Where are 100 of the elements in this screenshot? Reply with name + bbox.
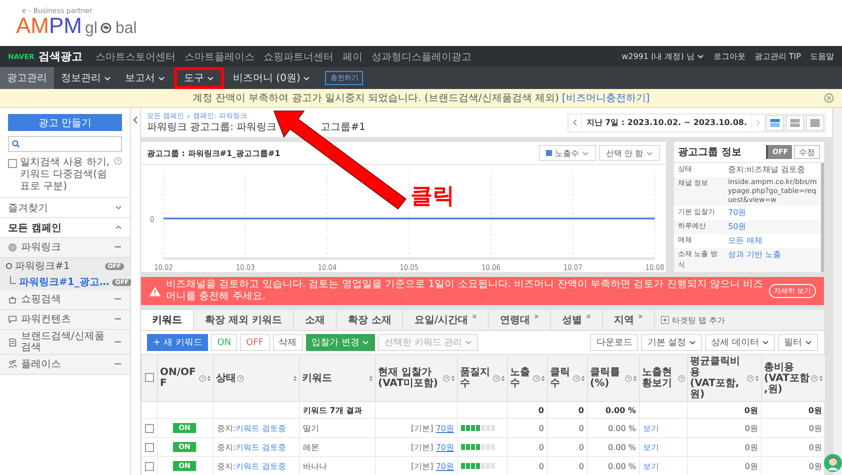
scrollbar[interactable]: [832, 108, 842, 475]
split-view-button[interactable]: [786, 114, 804, 130]
help-icon[interactable]: [573, 374, 580, 382]
view-link[interactable]: 보기: [643, 424, 659, 432]
bid-link[interactable]: 70원: [436, 442, 454, 452]
nav-tab[interactable]: 비즈머니 (0원): [226, 67, 318, 89]
top-link[interactable]: 성과형디스플레이광고: [371, 50, 472, 64]
collapse-toggle[interactable]: −: [114, 336, 122, 348]
field-link[interactable]: 성과 기반 노출: [728, 249, 817, 260]
top-link[interactable]: 쇼핑파트너센터: [263, 50, 334, 64]
account-menu[interactable]: w2991 (내 계정) 님: [622, 51, 694, 62]
help-icon[interactable]: [533, 374, 540, 382]
table-view-button[interactable]: [806, 114, 824, 130]
top-link[interactable]: 스마트스토어센터: [95, 50, 176, 64]
add-tab-button[interactable]: 타겟팅 탭 추가: [655, 310, 732, 330]
help-icon[interactable]: [493, 374, 500, 382]
sort-icon[interactable]: [581, 374, 585, 382]
search-field[interactable]: [8, 136, 122, 152]
toolbar-button[interactable]: OFF: [240, 334, 270, 351]
sidebar-section[interactable]: 즐겨찾기: [0, 198, 130, 218]
campaign-type-item[interactable]: 파워컨텐츠 −: [0, 310, 130, 330]
toolbar-button[interactable]: 기본 설정: [641, 334, 702, 351]
campaign-type-item[interactable]: 파워링크 −: [0, 238, 130, 258]
help-icon[interactable]: [443, 374, 450, 382]
help-icon[interactable]: [747, 374, 754, 382]
sort-icon[interactable]: [451, 374, 455, 382]
help-icon[interactable]: [199, 374, 206, 382]
tab[interactable]: 요일/시간대: [403, 310, 490, 330]
field-link[interactable]: 50원: [728, 221, 817, 232]
sort-icon[interactable]: [755, 374, 759, 382]
close-icon[interactable]: [534, 314, 540, 318]
campaign-type-item[interactable]: 쇼핑검색 −: [0, 290, 130, 310]
tab[interactable]: 소재: [294, 310, 337, 330]
brand-title[interactable]: 검색광고: [38, 49, 82, 64]
chevron-down-icon[interactable]: [697, 54, 704, 59]
campaign-item[interactable]: 파워링크#1: [15, 259, 102, 273]
status-link[interactable]: 키워드 검토중: [236, 424, 286, 432]
toolbar-button[interactable]: 필터: [778, 334, 818, 351]
help-icon[interactable]: [237, 374, 244, 382]
sort-icon[interactable]: [819, 374, 823, 382]
help-icon[interactable]: [811, 374, 818, 382]
row-checkbox[interactable]: [145, 424, 154, 432]
collapse-toggle[interactable]: −: [114, 242, 122, 253]
next-button[interactable]: [752, 114, 764, 130]
top-link[interactable]: 스마트플레이스: [184, 50, 254, 64]
sort-icon[interactable]: [207, 374, 211, 382]
sort-icon[interactable]: [369, 374, 373, 382]
collapse-toggle[interactable]: −: [114, 314, 122, 325]
tab[interactable]: 지역: [603, 310, 656, 330]
chart-view-button[interactable]: [766, 114, 784, 130]
compare-select[interactable]: 선택 안 함: [598, 145, 660, 161]
field-link[interactable]: 70원: [728, 207, 817, 218]
metric-select[interactable]: 노출수: [538, 145, 596, 161]
row-checkbox[interactable]: [145, 462, 154, 470]
close-icon[interactable]: [638, 314, 644, 318]
help-icon[interactable]: [678, 374, 685, 382]
status-link[interactable]: 키워드 검토중: [236, 462, 286, 470]
view-link[interactable]: 보기: [643, 462, 659, 470]
top-link[interactable]: 페이: [342, 50, 362, 64]
ad-group-item[interactable]: 파워링크#1_광고…: [19, 275, 110, 289]
toolbar-button[interactable]: 상세 데이터: [705, 334, 775, 351]
toolbar-button[interactable]: 삭제: [272, 334, 303, 351]
collapse-icon[interactable]: [133, 116, 138, 124]
top-link[interactable]: 로그아웃: [713, 51, 746, 62]
sort-icon[interactable]: [633, 374, 637, 382]
tab[interactable]: 키워드: [141, 310, 194, 330]
row-checkbox[interactable]: [145, 442, 154, 452]
tab[interactable]: 확장 제외 키워드: [194, 310, 294, 330]
nav-tab[interactable]: 도구: [174, 67, 224, 89]
date-range[interactable]: 지난 7일 : 2023.10.02. ~ 2023.10.08.: [582, 114, 751, 130]
tab[interactable]: 성별: [551, 310, 604, 330]
charge-link[interactable]: [비즈머니충전하기]: [562, 91, 650, 105]
sort-icon[interactable]: [501, 374, 505, 382]
edit-button[interactable]: 수정: [794, 145, 820, 159]
checkbox[interactable]: [8, 159, 17, 168]
close-icon[interactable]: [824, 93, 834, 103]
nav-tab[interactable]: 보고서: [118, 67, 172, 89]
close-icon[interactable]: [472, 314, 478, 318]
bid-link[interactable]: 70원: [436, 424, 454, 432]
create-ad-button[interactable]: 광고 만들기: [8, 114, 122, 131]
tab[interactable]: 연령대: [489, 310, 552, 330]
sort-icon[interactable]: [293, 374, 297, 382]
toolbar-button[interactable]: + 새 키워드: [147, 334, 208, 351]
help-icon[interactable]: [114, 157, 122, 165]
toolbar-button[interactable]: 다운로드: [590, 334, 638, 351]
tab[interactable]: 확장 소재: [336, 310, 404, 330]
previous-button[interactable]: [569, 114, 582, 130]
collapse-toggle[interactable]: −: [114, 294, 122, 305]
help-icon[interactable]: [625, 374, 632, 382]
top-link[interactable]: 도움말: [810, 51, 834, 62]
nav-tab[interactable]: 광고관리: [0, 67, 54, 89]
collapse-toggle[interactable]: −: [114, 359, 122, 370]
status-link[interactable]: 키워드 검토중: [236, 442, 286, 452]
nav-tab[interactable]: 정보관리: [54, 67, 118, 89]
select-all-checkbox[interactable]: [145, 373, 154, 382]
bid-link[interactable]: 70원: [436, 462, 454, 470]
close-icon[interactable]: [586, 314, 592, 318]
campaign-type-item[interactable]: 플레이스 −: [0, 355, 130, 375]
field-link[interactable]: 모든 매체: [728, 235, 817, 246]
sort-icon[interactable]: [541, 374, 545, 382]
